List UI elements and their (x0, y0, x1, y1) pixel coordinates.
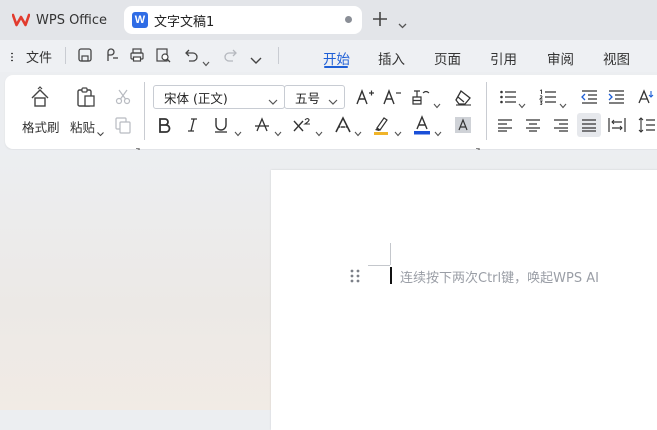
margin-corner-mark (368, 265, 390, 266)
menu-divider (278, 47, 279, 64)
decrease-indent-icon[interactable] (579, 87, 599, 107)
line-spacing-icon[interactable] (637, 115, 657, 135)
clear-formatting-eraser-icon[interactable] (453, 87, 473, 107)
decrease-font-size-icon[interactable] (382, 87, 402, 107)
undo-icon[interactable] (182, 46, 200, 64)
wps-logo-icon (12, 13, 30, 27)
ai-hint-text: 连续按下两次Ctrl键，唤起WPS AI (400, 271, 599, 286)
tab-document[interactable]: W 文字文稿1 (124, 6, 362, 34)
paste-chevron-down-icon[interactable] (97, 122, 104, 141)
text-effects-icon[interactable] (333, 115, 353, 135)
font-name-select[interactable]: 宋体 (正文) (153, 85, 285, 109)
numbering-chevron-down-icon[interactable] (559, 94, 567, 113)
new-tab-plus-icon[interactable] (372, 10, 388, 30)
tab-wps-office[interactable]: WPS Office (4, 6, 118, 34)
export-pdf-icon[interactable] (103, 46, 121, 64)
font-size-chevron-down-icon (328, 94, 338, 109)
align-right-icon[interactable] (551, 115, 571, 135)
phonetic-guide-icon[interactable] (410, 87, 430, 107)
increase-indent-icon[interactable] (606, 87, 626, 107)
tab-references[interactable]: 引用 (490, 48, 517, 68)
paste-label[interactable]: 粘贴 (70, 117, 95, 136)
text-direction-icon[interactable] (635, 87, 655, 107)
font-color-chevron-down-icon[interactable] (434, 122, 442, 141)
increase-font-size-icon[interactable] (355, 87, 375, 107)
format-painter-label[interactable]: 格式刷 (22, 117, 60, 136)
tab-document-title: 文字文稿1 (154, 14, 215, 30)
distributed-align-icon[interactable] (607, 115, 627, 135)
unsaved-dot-icon[interactable] (345, 16, 352, 23)
strikethrough-icon[interactable] (252, 115, 272, 135)
margin-corner-mark (390, 243, 391, 265)
tab-page[interactable]: 页面 (434, 48, 461, 68)
paste-icon[interactable] (75, 86, 97, 112)
font-color-icon[interactable] (412, 115, 432, 135)
print-preview-icon[interactable] (154, 46, 172, 64)
numbering-icon[interactable] (538, 87, 558, 107)
bullets-chevron-down-icon[interactable] (518, 94, 526, 113)
format-painter-icon[interactable] (29, 86, 51, 112)
undo-chevron-down-icon[interactable] (202, 52, 210, 71)
font-name-value: 宋体 (正文) (164, 90, 228, 106)
more-chevron-down-icon[interactable] (250, 50, 262, 69)
highlight-color-icon[interactable] (372, 115, 392, 135)
drag-handle-icon[interactable] (350, 268, 360, 287)
print-icon[interactable] (128, 46, 146, 64)
underline-icon[interactable] (211, 115, 231, 135)
redo-icon[interactable] (222, 46, 240, 64)
superscript-chevron-down-icon[interactable] (315, 122, 323, 141)
document-page[interactable] (271, 170, 657, 430)
strikethrough-chevron-down-icon[interactable] (274, 122, 282, 141)
ribbon-divider (486, 82, 487, 140)
text-effects-chevron-down-icon[interactable] (354, 122, 362, 141)
cut-icon[interactable] (114, 88, 132, 110)
superscript-icon[interactable] (292, 115, 312, 135)
ribbon-divider (144, 82, 145, 140)
bold-icon[interactable] (154, 115, 174, 135)
justify-icon[interactable] (577, 113, 601, 137)
active-tab-indicator (324, 66, 348, 68)
font-size-value: 五号 (295, 90, 321, 106)
italic-icon[interactable] (182, 115, 202, 135)
align-left-icon[interactable] (495, 115, 515, 135)
copy-icon[interactable] (114, 116, 132, 138)
tab-view[interactable]: 视图 (603, 48, 630, 68)
tab-review[interactable]: 审阅 (547, 48, 574, 68)
tab-home[interactable]: 开始 (323, 48, 350, 68)
align-center-icon[interactable] (523, 115, 543, 135)
save-icon[interactable] (76, 46, 94, 64)
phonetic-chevron-down-icon[interactable] (433, 94, 441, 113)
font-size-select[interactable]: 五号 (284, 85, 345, 109)
highlight-chevron-down-icon[interactable] (394, 122, 402, 141)
menu-divider (65, 47, 66, 64)
new-tab-chevron-down-icon[interactable] (398, 14, 407, 33)
font-name-chevron-down-icon (268, 94, 278, 109)
file-menu-button[interactable]: 文件 (10, 47, 52, 66)
writer-doc-icon: W (132, 12, 148, 28)
bullets-icon[interactable] (498, 87, 518, 107)
text-cursor (390, 267, 392, 284)
tab-insert[interactable]: 插入 (378, 48, 405, 68)
character-shading-icon[interactable] (455, 117, 471, 137)
file-menu-label: 文件 (26, 51, 53, 66)
tab-wps-office-label: WPS Office (36, 12, 108, 28)
underline-chevron-down-icon[interactable] (234, 122, 242, 141)
menu-lines-icon (10, 52, 20, 62)
